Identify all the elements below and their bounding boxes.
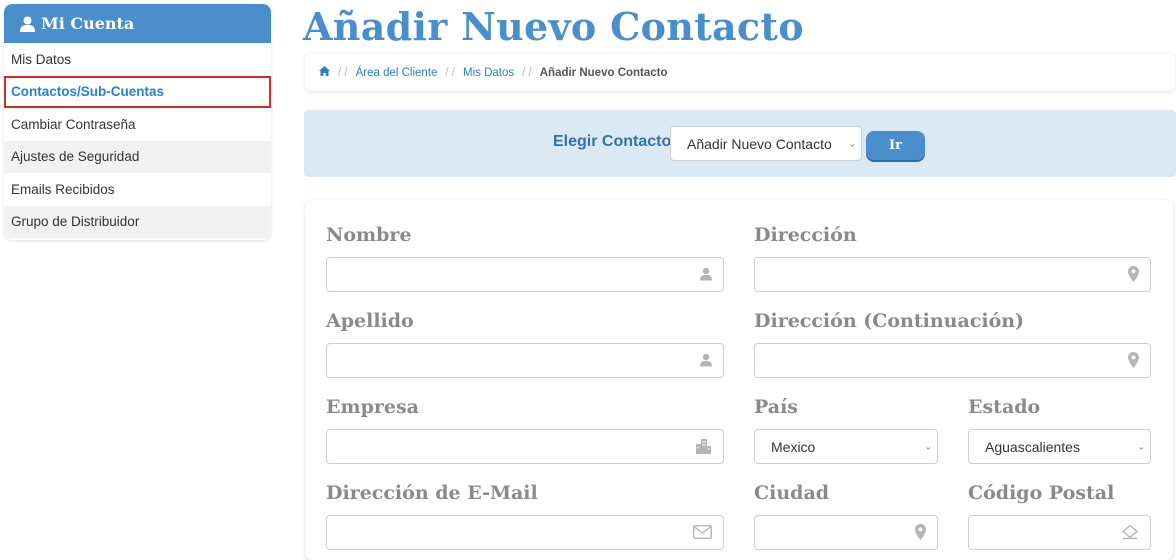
nombre-label: Nombre [326,224,412,246]
ciudad-field[interactable] [754,515,938,550]
choose-contact-value: Añadir Nuevo Contacto [687,135,832,152]
sidebar-title: Mi Cuenta [41,14,135,33]
breadcrumb-separator: / / [445,66,456,79]
sidebar-item-mis-datos[interactable]: Mis Datos [4,43,271,76]
direccion-field[interactable] [754,257,1151,292]
user-icon [20,16,35,32]
chevron-down-icon: ⌄ [848,138,856,148]
empresa-field[interactable] [326,429,724,464]
breadcrumb-separator: / / [338,66,348,79]
map-marker-icon [1128,351,1139,370]
ciudad-label: Ciudad [754,482,830,504]
nombre-field[interactable] [326,257,724,292]
pais-label: País [754,396,799,418]
direccion2-field[interactable] [754,343,1151,378]
codigo-postal-field[interactable] [968,515,1151,550]
codigo-postal-label: Código Postal [968,482,1115,504]
breadcrumb: / / Área del Cliente / / Mis Datos / / A… [305,54,1175,91]
estado-select[interactable]: Aguascalientes ⌄ [968,429,1151,464]
breadcrumb-mis-datos[interactable]: Mis Datos [463,67,514,79]
account-sidebar: Mi Cuenta Mis Datos Contactos/Sub-Cuenta… [4,4,271,240]
user-icon [700,353,712,368]
postal-stamp-icon [1121,524,1139,541]
pais-value: Mexico [771,438,816,455]
email-label: Dirección de E-Mail [326,482,538,504]
page-title: Añadir Nuevo Contacto [303,4,804,49]
sidebar-item-emails-recibidos[interactable]: Emails Recibidos [4,173,271,206]
sidebar-header: Mi Cuenta [4,4,271,43]
pais-select[interactable]: Mexico ⌄ [754,429,938,464]
chevron-down-icon: ⌄ [1137,441,1145,451]
choose-contact-label: Elegir Contacto [553,133,672,150]
chevron-down-icon: ⌄ [924,441,932,451]
sidebar-item-contactos[interactable]: Contactos/Sub-Cuentas [4,75,271,108]
sidebar-item-cambiar-contrasena[interactable]: Cambiar Contraseña [4,108,271,141]
breadcrumb-current: Añadir Nuevo Contacto [539,66,668,79]
breadcrumb-area-cliente[interactable]: Área del Cliente [356,67,438,79]
direccion2-label: Dirección (Continuación) [754,310,1025,332]
apellido-label: Apellido [326,310,414,332]
go-button[interactable]: Ir [866,131,925,160]
home-icon[interactable] [319,66,330,79]
breadcrumb-separator: / / [522,66,532,79]
estado-value: Aguascalientes [985,438,1080,455]
sidebar-item-grupo-distribuidor[interactable]: Grupo de Distribuidor [4,205,271,238]
email-field[interactable] [326,515,724,550]
empresa-label: Empresa [326,396,419,418]
apellido-field[interactable] [326,343,724,378]
user-icon [700,267,712,282]
map-marker-icon [1128,265,1139,284]
choose-contact-bar: Elegir Contacto Añadir Nuevo Contacto ⌄ … [304,110,1176,177]
choose-contact-select[interactable]: Añadir Nuevo Contacto ⌄ [670,126,862,161]
direccion-label: Dirección [754,224,857,246]
envelope-icon [692,524,713,541]
sidebar-item-ajustes-seguridad[interactable]: Ajustes de Seguridad [4,140,271,173]
contact-form: Nombre Apellido Empresa Dirección de E-M… [305,200,1173,560]
estado-label: Estado [968,396,1041,418]
map-marker-icon [915,523,926,542]
building-icon [695,438,712,456]
